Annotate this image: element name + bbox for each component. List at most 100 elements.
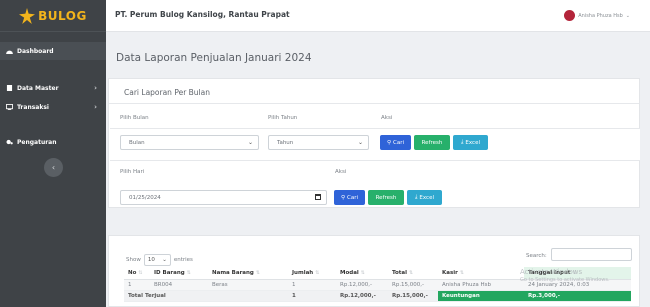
column-header-modal[interactable]: Modal ⇅ [336, 267, 388, 280]
column-label: Modal [340, 269, 359, 276]
sidebar-item-label: Data Master [17, 84, 59, 92]
daily-search-button[interactable]: ⚲ Cari [334, 190, 365, 205]
download-icon: ⤓ [414, 194, 418, 200]
filter-card-header: Cari Laporan Per Bulan [109, 79, 639, 104]
cell-no: 1 [124, 279, 150, 291]
avatar [564, 10, 576, 21]
column-header-no[interactable]: No ⇅ [124, 267, 150, 280]
entries-select[interactable]: 10 ⌄ [143, 254, 171, 266]
filter-card: Cari Laporan Per Bulan Pilih Bulan Pilih… [108, 78, 640, 208]
brand-name: BULOG [38, 8, 87, 23]
cell-kasir: Anisha Phuza Hsb [438, 279, 524, 291]
sidebar-item-pengaturan[interactable]: Pengaturan [0, 133, 106, 151]
month-select[interactable]: Bulan ⌄ [120, 135, 259, 150]
daily-action-label: Aksi [335, 169, 347, 175]
sidebar: BULOG Dashboard Data Master › Transaksi … [0, 0, 106, 307]
month-select-value: Bulan [129, 140, 145, 146]
search-icon: ⚲ [386, 139, 392, 146]
entries-control: Show 10 ⌄ entries [126, 254, 193, 266]
column-header-id-barang[interactable]: ID Barang ⇅ [150, 267, 208, 280]
cell-nama-barang: Beras [208, 279, 288, 291]
column-label: Jumlah [292, 269, 314, 276]
entries-label: entries [173, 257, 193, 263]
year-select-value: Tahun [277, 140, 294, 146]
column-header-kasir[interactable]: Kasir ⇅ [438, 267, 524, 280]
bulog-logo-icon [19, 7, 36, 24]
user-menu[interactable]: Anisha Phuza Hsb ⌄ [564, 10, 630, 21]
search-label: Search: [526, 253, 547, 259]
watermark-line-2: Go to Settings to activate Windows. [520, 277, 610, 283]
column-header-jumlah[interactable]: Jumlah ⇅ [288, 267, 336, 280]
sort-icon: ⇅ [360, 269, 365, 276]
column-label: Total [392, 269, 408, 276]
sort-icon: ⇅ [186, 269, 191, 276]
monthly-search-button[interactable]: ⚲ Cari [380, 135, 411, 150]
button-label: Excel [419, 194, 434, 201]
table-total-row: Total Terjual 1 Rp.12,000,- Rp.15,000,- … [124, 290, 631, 302]
year-label: Pilih Tahun [268, 115, 298, 121]
entries-value: 10 [147, 257, 155, 263]
windows-activation-watermark: Activate Windows Go to Settings to activ… [520, 268, 610, 284]
search-input[interactable] [551, 248, 632, 261]
cell-modal: Rp.12,000,- [336, 279, 388, 291]
monthly-excel-button[interactable]: ⤓ Excel [453, 135, 488, 150]
total-modal: Rp.12,000,- [336, 290, 388, 302]
button-label: Cari [347, 194, 359, 201]
sort-icon: ⇅ [315, 269, 320, 276]
day-label: Pilih Hari [120, 169, 145, 175]
column-header-nama-barang[interactable]: Nama Barang ⇅ [208, 267, 288, 280]
cell-id-barang: BR004 [150, 279, 208, 291]
chevron-right-icon: › [94, 103, 97, 111]
column-label: Kasir [442, 269, 458, 276]
chevron-down-icon: ⌄ [625, 12, 630, 19]
sidebar-item-dashboard[interactable]: Dashboard [0, 42, 106, 60]
organization-name: PT. Perum Bulog Kansilog, Rantau Prapat [115, 10, 290, 19]
cell-total: Rp.15,000,- [388, 279, 438, 291]
daily-excel-button[interactable]: ⤓ Excel [407, 190, 442, 205]
daily-refresh-button[interactable]: Refresh [368, 190, 404, 205]
sort-icon: ⇅ [255, 269, 261, 276]
chevron-right-icon: › [94, 84, 97, 92]
total-label: Total Terjual [124, 290, 288, 302]
column-label: Nama Barang [212, 269, 254, 276]
calendar-icon [315, 194, 321, 200]
monthly-action-label: Aksi [381, 115, 393, 121]
button-label: Cari [393, 139, 405, 146]
sort-icon: ⇅ [409, 269, 414, 276]
button-label: Refresh [421, 139, 443, 146]
profit-label: Keuntungan [438, 290, 524, 302]
monthly-refresh-button[interactable]: Refresh [414, 135, 450, 150]
year-select[interactable]: Tahun ⌄ [268, 135, 369, 150]
date-input[interactable]: 01/25/2024 [120, 190, 327, 205]
dashboard-icon [6, 50, 13, 54]
sidebar-item-data-master[interactable]: Data Master › [0, 79, 106, 97]
column-header-total[interactable]: Total ⇅ [388, 267, 438, 280]
button-label: Refresh [375, 194, 397, 201]
total-total: Rp.15,000,- [388, 290, 438, 302]
sidebar-item-label: Dashboard [17, 47, 54, 55]
filter-card-title: Cari Laporan Per Bulan [124, 88, 210, 97]
chevron-down-icon: ⌄ [247, 139, 253, 146]
sidebar-collapse-button[interactable]: ‹ [44, 158, 63, 177]
page-title: Data Laporan Penjualan Januari 2024 [116, 52, 312, 64]
sidebar-item-label: Transaksi [17, 103, 49, 111]
watermark-line-1: Activate Windows [520, 268, 583, 276]
download-icon: ⤓ [460, 139, 464, 145]
sort-icon: ⇅ [138, 269, 143, 276]
cell-jumlah: 1 [288, 279, 336, 291]
sidebar-item-label: Pengaturan [17, 138, 57, 146]
user-name: Anisha Phuza Hsb [578, 12, 623, 19]
column-label: ID Barang [154, 269, 185, 276]
search-icon: ⚲ [340, 194, 346, 201]
show-label: Show [126, 257, 141, 263]
chevron-left-icon: ‹ [51, 163, 56, 172]
month-label: Pilih Bulan [120, 115, 149, 121]
chevron-down-icon: ⌄ [357, 139, 363, 146]
sort-icon: ⇅ [459, 269, 465, 276]
button-label: Excel [465, 139, 480, 146]
topbar: PT. Perum Bulog Kansilog, Rantau Prapat … [106, 0, 650, 32]
brand-logo[interactable]: BULOG [0, 0, 106, 32]
date-value: 01/25/2024 [129, 195, 161, 201]
column-label: No [128, 269, 137, 276]
sidebar-item-transaksi[interactable]: Transaksi › [0, 98, 106, 116]
